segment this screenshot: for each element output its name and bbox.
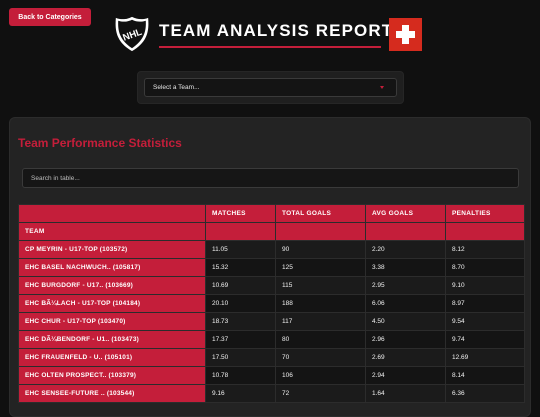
- total-goals-cell: 188: [275, 294, 366, 313]
- nhl-shield-icon: NHL: [115, 16, 149, 52]
- column-header-matches[interactable]: MATCHES: [205, 204, 276, 223]
- swiss-flag-icon: [389, 17, 422, 51]
- matches-cell: 10.69: [205, 276, 276, 295]
- page-title: TEAM ANALYSIS REPORT: [159, 20, 394, 40]
- total-goals-cell: 70: [275, 348, 366, 367]
- matches-cell: 11.05: [205, 240, 276, 259]
- matches-cell: 15.32: [205, 258, 276, 277]
- column-header-blank: [18, 204, 206, 223]
- matches-cell: 9.16: [205, 384, 276, 403]
- table-row[interactable]: EHC OLTEN PROSPECT.. (103379) 10.78 106 2.9…: [18, 366, 525, 385]
- team-cell: EHC OLTEN PROSPECT.. (103379): [18, 366, 206, 385]
- chevron-down-icon: [380, 86, 384, 89]
- penalties-cell: 9.54: [445, 312, 525, 331]
- stats-title: Team Performance Statistics: [18, 136, 182, 150]
- team-cell: EHC SENSEE-FUTURE .. (103544): [18, 384, 206, 403]
- matches-cell: 17.50: [205, 348, 276, 367]
- stats-table: MATCHES TOTAL GOALS AVG GOALS PENALTIES …: [18, 204, 525, 403]
- table-row[interactable]: EHC FRAUENFELD - U.. (105101) 17.50 70 2.69…: [18, 348, 525, 367]
- avg-goals-cell: 4.50: [365, 312, 446, 331]
- matches-cell: 18.73: [205, 312, 276, 331]
- matches-cell: 10.78: [205, 366, 276, 385]
- total-goals-cell: 115: [275, 276, 366, 295]
- back-to-categories-button[interactable]: Back to Categories: [9, 8, 91, 26]
- total-goals-cell: 117: [275, 312, 366, 331]
- matches-cell: 20.10: [205, 294, 276, 313]
- table-search-input[interactable]: Search in table...: [22, 168, 519, 188]
- team-cell: EHC DÃ¼BENDORF - U1.. (103473): [18, 330, 206, 349]
- team-cell: EHC BÃ¼LACH - U17-TOP (104184): [18, 294, 206, 313]
- avg-goals-cell: 1.64: [365, 384, 446, 403]
- penalties-cell: 8.12: [445, 240, 525, 259]
- table-row[interactable]: EHC CHUR - U17-TOP (103470) 18.73 117 4.50 9…: [18, 312, 525, 331]
- penalties-cell: 12.69: [445, 348, 525, 367]
- total-goals-cell: 106: [275, 366, 366, 385]
- penalties-cell: 8.97: [445, 294, 525, 313]
- total-goals-cell: 72: [275, 384, 366, 403]
- avg-goals-cell: 2.95: [365, 276, 446, 295]
- penalties-cell: 8.70: [445, 258, 525, 277]
- avg-goals-cell: 3.38: [365, 258, 446, 277]
- table-row[interactable]: EHC SENSEE-FUTURE .. (103544) 9.16 72 1.64 6…: [18, 384, 525, 403]
- table-row[interactable]: EHC BÃ¼LACH - U17-TOP (104184) 20.10 188 6.…: [18, 294, 525, 313]
- avg-goals-cell: 2.94: [365, 366, 446, 385]
- table-row[interactable]: EHC BURGDORF - U17.. (103669) 10.69 115 2.9…: [18, 276, 525, 295]
- total-goals-cell: 90: [275, 240, 366, 259]
- team-cell: EHC FRAUENFELD - U.. (105101): [18, 348, 206, 367]
- team-cell: EHC CHUR - U17-TOP (103470): [18, 312, 206, 331]
- report-header: NHL TEAM ANALYSIS REPORT: [113, 14, 425, 54]
- table-row[interactable]: CP MEYRIN - U17-TOP (103572) 11.05 90 2.20 8…: [18, 240, 525, 259]
- team-cell: CP MEYRIN - U17-TOP (103572): [18, 240, 206, 259]
- penalties-cell: 9.10: [445, 276, 525, 295]
- table-row[interactable]: EHC BASEL NACHWUCH.. (105817) 15.32 125 3.3…: [18, 258, 525, 277]
- penalties-cell: 6.36: [445, 384, 525, 403]
- avg-goals-cell: 2.20: [365, 240, 446, 259]
- title-underline: [159, 45, 381, 48]
- avg-goals-cell: 2.69: [365, 348, 446, 367]
- table-row[interactable]: EHC DÃ¼BENDORF - U1.. (103473) 17.37 80 2.9…: [18, 330, 525, 349]
- team-select-dropdown[interactable]: Select a Team...: [144, 78, 397, 97]
- total-goals-cell: 125: [275, 258, 366, 277]
- column-header-team[interactable]: TEAM: [18, 222, 206, 241]
- penalties-cell: 8.14: [445, 366, 525, 385]
- team-cell: EHC BURGDORF - U17.. (103669): [18, 276, 206, 295]
- column-header-total-goals[interactable]: TOTAL GOALS: [275, 204, 366, 223]
- column-header-penalties[interactable]: PENALTIES: [445, 204, 525, 223]
- matches-cell: 17.37: [205, 330, 276, 349]
- team-cell: EHC BASEL NACHWUCH.. (105817): [18, 258, 206, 277]
- team-select-panel: Select a Team...: [137, 71, 404, 104]
- stats-card: Team Performance Statistics Search in ta…: [9, 117, 531, 417]
- avg-goals-cell: 6.06: [365, 294, 446, 313]
- total-goals-cell: 80: [275, 330, 366, 349]
- avg-goals-cell: 2.96: [365, 330, 446, 349]
- penalties-cell: 9.74: [445, 330, 525, 349]
- team-select-value: Select a Team...: [153, 84, 200, 91]
- column-header-avg-goals[interactable]: AVG GOALS: [365, 204, 446, 223]
